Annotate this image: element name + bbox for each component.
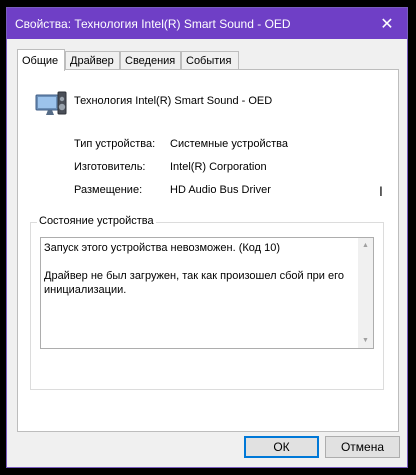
text-cursor-icon: I xyxy=(379,183,383,199)
tab-driver-label: Драйвер xyxy=(70,55,114,67)
scroll-down-arrow-icon[interactable]: ▼ xyxy=(358,333,373,348)
status-line-2: Драйвер не был загружен, так как произош… xyxy=(44,270,344,296)
tab-details[interactable]: Сведения xyxy=(120,51,181,69)
cancel-button[interactable]: Отмена xyxy=(325,436,400,458)
device-status-text: Запуск этого устройства невозможен. (Код… xyxy=(44,241,354,297)
close-icon: ✕ xyxy=(380,15,394,33)
general-tab-panel: Технология Intel(R) Smart Sound - OED Ти… xyxy=(17,69,399,432)
tab-driver[interactable]: Драйвер xyxy=(65,51,120,69)
window-title: Свойства: Технология Intel(R) Smart Soun… xyxy=(15,17,291,31)
status-scrollbar[interactable]: ▲ ▼ xyxy=(358,238,373,348)
status-line-1: Запуск этого устройства невозможен. (Код… xyxy=(44,242,281,254)
audio-device-icon xyxy=(35,91,67,115)
tab-events-label: События xyxy=(186,55,232,67)
device-name: Технология Intel(R) Smart Sound - OED xyxy=(74,95,273,107)
location-label: Размещение: xyxy=(74,184,143,196)
properties-dialog: Свойства: Технология Intel(R) Smart Soun… xyxy=(6,7,408,468)
tab-events[interactable]: События xyxy=(181,51,239,69)
manufacturer-value: Intel(R) Corporation xyxy=(170,161,267,173)
close-button[interactable]: ✕ xyxy=(367,8,407,39)
tab-general-label: Общие xyxy=(22,55,59,67)
tab-general[interactable]: Общие xyxy=(17,49,65,71)
tab-details-label: Сведения xyxy=(125,55,176,67)
title-bar[interactable]: Свойства: Технология Intel(R) Smart Soun… xyxy=(7,8,407,39)
device-status-textbox[interactable]: Запуск этого устройства невозможен. (Код… xyxy=(40,237,374,349)
device-type-value: Системные устройства xyxy=(170,138,289,150)
device-status-label: Состояние устройства xyxy=(37,215,156,227)
scroll-up-arrow-icon[interactable]: ▲ xyxy=(358,238,373,253)
manufacturer-label: Изготовитель: xyxy=(74,161,146,173)
ok-button-label: ОК xyxy=(273,440,290,454)
ok-button[interactable]: ОК xyxy=(244,436,319,458)
location-value: HD Audio Bus Driver xyxy=(170,184,271,196)
device-status-group: Состояние устройства Запуск этого устрой… xyxy=(30,215,384,390)
cancel-button-label: Отмена xyxy=(340,440,385,454)
device-type-label: Тип устройства: xyxy=(74,138,156,150)
